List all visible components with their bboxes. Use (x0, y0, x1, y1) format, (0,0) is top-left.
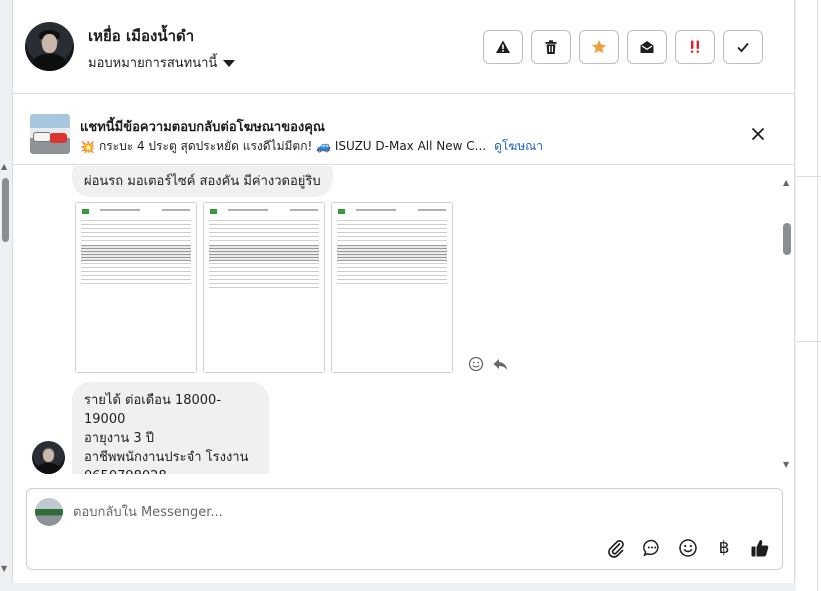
baht-icon: ฿ (718, 538, 730, 558)
message-actions (468, 356, 508, 372)
conversation-header: เหยื่อ เมืองน้ำดำ มอบหมายการสนทนานี้ (13, 0, 794, 94)
contact-name[interactable]: เหยื่อ เมืองน้ำดำ (88, 24, 194, 48)
emoji-icon (679, 539, 697, 557)
thread-scrollbar[interactable]: ▲ ▼ (780, 176, 794, 476)
like-button[interactable] (749, 537, 771, 559)
right-side-panel-edge (796, 0, 821, 591)
mark-unread-button[interactable] (627, 30, 667, 64)
reply-input[interactable] (73, 501, 713, 523)
check-icon (737, 42, 749, 53)
mark-done-button[interactable] (723, 30, 763, 64)
attach-button[interactable] (605, 537, 627, 559)
page-scroll-thumb[interactable] (2, 178, 9, 242)
saved-reply-icon (643, 539, 659, 557)
message-composer: ฿ (26, 488, 783, 570)
message-bubble-partial: ผ่อนรถ มอเตอร์ไซค์ สองคัน มีค่างวดอยู่ริ… (72, 166, 333, 197)
report-button[interactable] (483, 30, 523, 64)
warning-icon (496, 40, 510, 53)
ad-thumbnail[interactable] (30, 114, 70, 154)
thumbs-up-icon (751, 540, 769, 557)
trash-icon (545, 40, 557, 54)
scroll-down-arrow-icon[interactable]: ▼ (1, 564, 7, 573)
paperclip-icon (608, 540, 624, 558)
exclamation-icon (691, 40, 699, 53)
page-avatar (35, 498, 63, 526)
reaction-smiley-icon[interactable] (468, 356, 484, 372)
thread-scroll-up-icon[interactable]: ▲ (783, 178, 789, 187)
delete-button[interactable] (531, 30, 571, 64)
close-icon[interactable] (749, 125, 767, 143)
thread-scroll-down-icon[interactable]: ▼ (783, 460, 789, 469)
conversation-actions (483, 30, 763, 64)
attachment-payslip-2[interactable] (203, 202, 325, 373)
view-ad-link[interactable]: ดูโฆษณา (494, 137, 543, 156)
message-line-phone: 0650798028 (84, 467, 257, 474)
star-button[interactable] (579, 30, 619, 64)
assign-conversation-dropdown[interactable]: มอบหมายการสนทนานี้ (88, 52, 236, 73)
envelope-open-icon (640, 41, 654, 53)
ad-banner-title: แชทนี้มีข้อความตอบกลับต่อโฆษณาของคุณ (80, 120, 325, 135)
ad-reply-banner: แชทนี้มีข้อความตอบกลับต่อโฆษณาของคุณ 💥 ก… (13, 95, 794, 165)
attachment-payslip-1[interactable] (75, 202, 197, 373)
caret-down-icon (223, 59, 236, 67)
message-bubble-applicant-info: รายได้ ต่อเดือน 18000-19000 อายุงาน 3 ปี… (72, 382, 269, 474)
composer-tools: ฿ (605, 537, 771, 559)
ad-subtitle-text: กระบะ 4 ประตู สุดประหยัด แรงดีไม่มีตก! 🚙… (98, 139, 487, 153)
document-attachments (75, 202, 453, 373)
message-line-income: รายได้ ต่อเดือน 18000-19000 (84, 393, 222, 427)
conversation-panel: เหยื่อ เมืองน้ำดำ มอบหมายการสนทนานี้ แชท… (12, 0, 795, 583)
message-thread: ผ่อนรถ มอเตอร์ไซค์ สองคัน มีค่างวดอยู่ริ… (13, 166, 794, 474)
star-icon (592, 40, 606, 54)
message-line-tenure: อายุงาน 3 ปี (84, 431, 155, 446)
assign-label: มอบหมายการสนทนานี้ (88, 56, 218, 71)
contact-avatar[interactable] (25, 22, 74, 71)
saved-reply-button[interactable] (641, 537, 663, 559)
attachment-payslip-3[interactable] (331, 202, 453, 373)
collision-emoji-icon: 💥 (80, 139, 95, 154)
thread-scroll-thumb[interactable] (783, 223, 791, 255)
follow-up-button[interactable] (675, 30, 715, 64)
payment-button[interactable]: ฿ (713, 537, 735, 559)
message-line-occupation: อาชีพพนักงานประจำ โรงงาน (84, 450, 249, 465)
emoji-button[interactable] (677, 537, 699, 559)
page-scrollbar[interactable]: ▲ ▼ (0, 160, 12, 580)
ad-banner-subtitle: 💥 กระบะ 4 ประตู สุดประหยัด แรงดีไม่มีตก!… (80, 137, 543, 156)
reply-arrow-icon[interactable] (492, 356, 508, 372)
scroll-up-arrow-icon[interactable]: ▲ (1, 162, 7, 171)
sender-avatar[interactable] (32, 441, 65, 474)
